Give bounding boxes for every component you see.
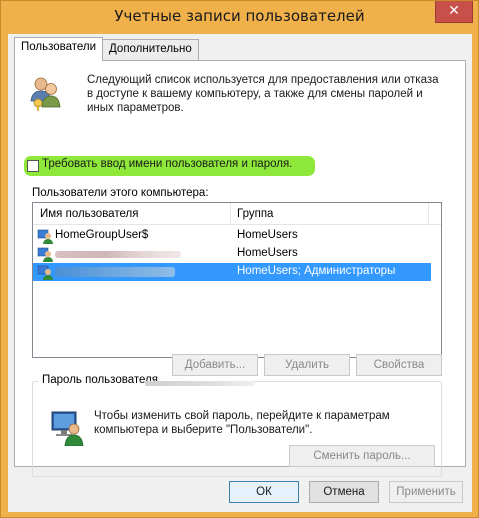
- list-header: Имя пользователя Группа: [33, 203, 441, 225]
- tab-users[interactable]: Пользователи: [14, 37, 104, 61]
- users-list[interactable]: Имя пользователя Группа HomeGroupUser$ H…: [32, 202, 442, 358]
- table-row[interactable]: HomeGroupUser$ HomeUsers: [33, 227, 431, 245]
- apply-button[interactable]: Применить: [389, 481, 463, 503]
- add-user-button[interactable]: Добавить...: [172, 354, 258, 376]
- remove-user-button[interactable]: Удалить: [264, 354, 350, 376]
- dialog-window: Учетные записи пользователей ✕ Пользоват…: [0, 0, 479, 518]
- users-list-caption: Пользователи этого компьютера:: [32, 187, 209, 199]
- info-text: Следующий список используется для предос…: [87, 74, 439, 114]
- computer-user-icon: [51, 411, 84, 446]
- row-group: HomeUsers; Администраторы: [237, 265, 396, 277]
- cancel-button[interactable]: Отмена: [309, 481, 379, 503]
- redacted-username: [55, 251, 181, 258]
- column-header-username[interactable]: Имя пользователя: [33, 203, 231, 225]
- redacted-legend-username: [145, 381, 255, 386]
- title-bar[interactable]: Учетные записи пользователей ✕: [1, 1, 478, 35]
- close-button[interactable]: ✕: [435, 1, 473, 23]
- dialog-client-area: Пользователи Дополнительно Следующий спи…: [8, 34, 472, 512]
- row-group: HomeUsers: [237, 247, 298, 259]
- table-row[interactable]: HomeUsers: [33, 245, 431, 263]
- row-username: HomeGroupUser$: [55, 229, 149, 241]
- close-icon: ✕: [448, 3, 460, 19]
- table-row-selected[interactable]: HomeUsers; Администраторы: [33, 263, 431, 281]
- redacted-username: [55, 267, 175, 277]
- users-icon: [30, 77, 61, 111]
- row-group: HomeUsers: [237, 229, 298, 241]
- user-icon: [37, 265, 53, 280]
- ok-button[interactable]: ОК: [229, 481, 299, 503]
- window-title: Учетные записи пользователей: [114, 7, 365, 25]
- tab-advanced[interactable]: Дополнительно: [102, 39, 199, 60]
- properties-button[interactable]: Свойства: [356, 354, 442, 376]
- require-login-checkbox[interactable]: [27, 160, 39, 172]
- column-header-group[interactable]: Группа: [231, 203, 429, 225]
- password-help-text: Чтобы изменить свой пароль, перейдите к …: [94, 410, 390, 436]
- change-password-button[interactable]: Сменить пароль...: [289, 445, 435, 467]
- user-icon: [37, 247, 53, 262]
- users-tab-panel: Следующий список используется для предос…: [14, 60, 466, 477]
- password-group-legend: Пароль пользователя: [38, 374, 162, 386]
- user-icon: [37, 229, 53, 244]
- require-login-label[interactable]: Требовать ввод имени пользователя и паро…: [42, 158, 292, 170]
